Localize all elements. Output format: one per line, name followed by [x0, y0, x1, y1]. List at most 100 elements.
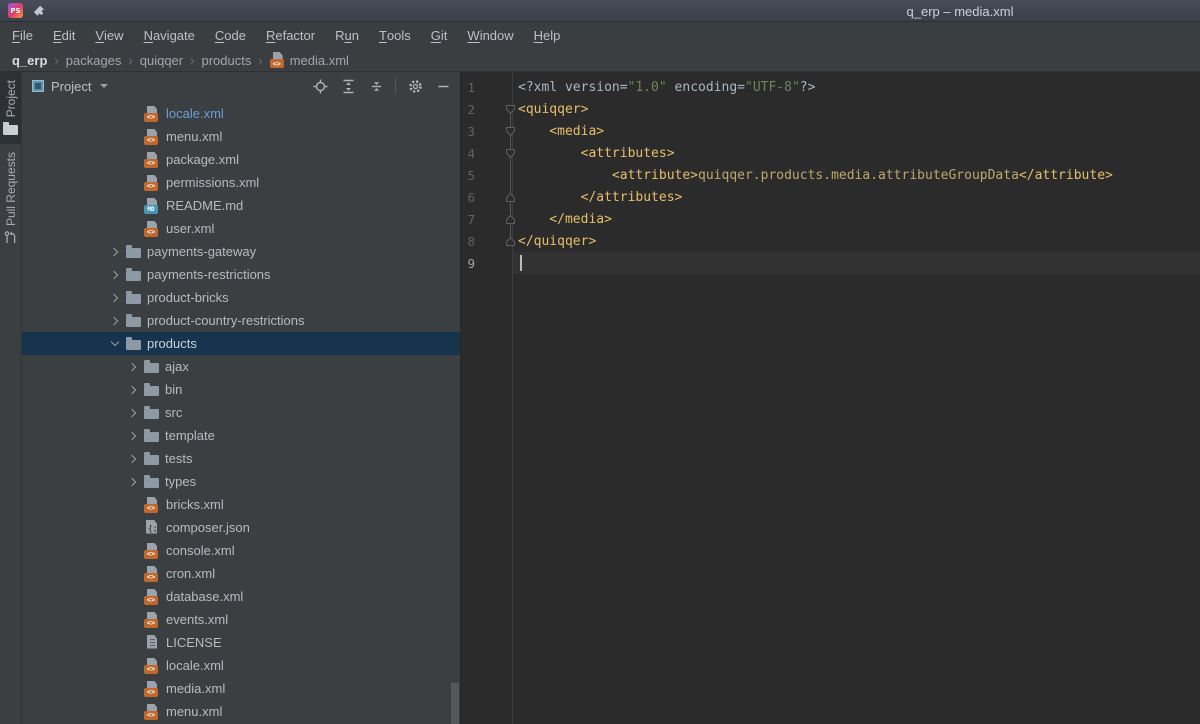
xml-file-icon: <>: [144, 612, 160, 628]
collapse-all-icon[interactable]: [365, 75, 387, 97]
tree-item-label: composer.json: [166, 520, 250, 535]
menu-code[interactable]: Code: [205, 22, 256, 49]
settings-icon[interactable]: [404, 75, 426, 97]
tree-item-tests[interactable]: tests: [22, 447, 460, 470]
xml-file-icon: <>: [144, 152, 160, 168]
tree-item-media.xml[interactable]: <>media.xml: [22, 677, 460, 700]
tree-item-label: user.xml: [166, 221, 214, 236]
breadcrumb-products[interactable]: products: [199, 53, 253, 68]
fold-marker-icon[interactable]: [504, 126, 516, 137]
menu-edit[interactable]: Edit: [43, 22, 85, 49]
tree-item-user.xml[interactable]: <>user.xml: [22, 217, 460, 240]
folder-icon: [144, 432, 159, 442]
menu-run[interactable]: Run: [325, 22, 369, 49]
tree-chevron[interactable]: [104, 249, 126, 255]
tree-item-database.xml[interactable]: <>database.xml: [22, 585, 460, 608]
fold-marker-icon[interactable]: [504, 104, 516, 115]
fold-marker-icon[interactable]: [504, 214, 516, 225]
folder-icon: [144, 409, 159, 419]
code-line-6: 6 </attributes>: [461, 186, 1200, 208]
tree-item-cron.xml[interactable]: <>cron.xml: [22, 562, 460, 585]
tree-item-label: README.md: [166, 198, 243, 213]
xml-file-icon: <>: [144, 681, 160, 697]
tree-chevron[interactable]: [104, 342, 126, 345]
tree-item-permissions.xml[interactable]: <>permissions.xml: [22, 171, 460, 194]
tree-chevron[interactable]: [104, 318, 126, 324]
tree-item-package.xml[interactable]: <>package.xml: [22, 148, 460, 171]
folder-icon: [126, 340, 141, 350]
tree-item-license[interactable]: LICENSE: [22, 631, 460, 654]
tree-item-menu.xml[interactable]: <>menu.xml: [22, 125, 460, 148]
tree-item-template[interactable]: template: [22, 424, 460, 447]
fold-marker-icon[interactable]: [504, 192, 516, 203]
expand-all-icon[interactable]: [337, 75, 359, 97]
fold-marker-icon[interactable]: [504, 236, 516, 247]
code-line-7: 7 </media>: [461, 208, 1200, 230]
tree-chevron[interactable]: [104, 295, 126, 301]
breadcrumb-q-erp[interactable]: q_erp: [10, 53, 49, 68]
menu-help[interactable]: Help: [524, 22, 571, 49]
menu-view[interactable]: View: [85, 22, 133, 49]
tree-item-readme.md[interactable]: MDREADME.md: [22, 194, 460, 217]
line-number: 5: [461, 168, 475, 183]
tree-item-menu.xml[interactable]: <>menu.xml: [22, 700, 460, 723]
code-text: <media>: [518, 124, 604, 139]
hide-icon[interactable]: [432, 75, 454, 97]
phpstorm-logo-icon: PS: [8, 3, 23, 18]
titlebar[interactable]: PS q_erp – media.xml: [0, 0, 1200, 22]
tree-item-label: permissions.xml: [166, 175, 259, 190]
menu-tools[interactable]: Tools: [369, 22, 421, 49]
tree-item-product-country-restrictions[interactable]: product-country-restrictions: [22, 309, 460, 332]
chevron-down-icon[interactable]: [100, 84, 108, 88]
tree-item-ajax[interactable]: ajax: [22, 355, 460, 378]
tree-chevron[interactable]: [122, 479, 144, 485]
locate-icon[interactable]: [309, 75, 331, 97]
tree-chevron[interactable]: [122, 387, 144, 393]
tree-item-bin[interactable]: bin: [22, 378, 460, 401]
tree-item-types[interactable]: types: [22, 470, 460, 493]
window-title: q_erp – media.xml: [907, 0, 1014, 22]
tree-chevron[interactable]: [122, 433, 144, 439]
menu-navigate[interactable]: Navigate: [134, 22, 205, 49]
fold-marker-icon[interactable]: [504, 148, 516, 159]
tree-item-product-bricks[interactable]: product-bricks: [22, 286, 460, 309]
tree-item-locale.xml[interactable]: <>locale.xml: [22, 654, 460, 677]
tree-chevron[interactable]: [104, 272, 126, 278]
tree-chevron[interactable]: [122, 410, 144, 416]
tree-chevron[interactable]: [122, 364, 144, 370]
tree-item-payments-gateway[interactable]: payments-gateway: [22, 240, 460, 263]
tree-item-locale.xml[interactable]: <>locale.xml: [22, 102, 460, 125]
tree-chevron[interactable]: [122, 456, 144, 462]
project-panel: Project <>locale.xml<>menu.xml<>package.…: [22, 72, 461, 724]
tab-label: Project: [4, 80, 18, 117]
project-panel-title[interactable]: Project: [51, 79, 91, 94]
breadcrumb-separator: ›: [185, 53, 199, 68]
tree-item-products[interactable]: products: [22, 332, 460, 355]
tree-item-payments-restrictions[interactable]: payments-restrictions: [22, 263, 460, 286]
folder-icon: [126, 317, 141, 327]
tree-item-label: cron.xml: [166, 566, 215, 581]
tree-item-composer.json[interactable]: {;}composer.json: [22, 516, 460, 539]
xml-file-icon: <>: [144, 658, 160, 674]
breadcrumb-quiqqer[interactable]: quiqqer: [138, 53, 185, 68]
project-view-icon: [32, 80, 44, 92]
menu-git[interactable]: Git: [421, 22, 458, 49]
tree-item-src[interactable]: src: [22, 401, 460, 424]
breadcrumb-packages[interactable]: packages: [64, 53, 124, 68]
xml-file-icon: <>: [144, 543, 160, 559]
editor-code-area[interactable]: 1<?xml version="1.0" encoding="UTF-8"?>2…: [461, 72, 1200, 274]
menu-window[interactable]: Window: [457, 22, 523, 49]
tree-item-console.xml[interactable]: <>console.xml: [22, 539, 460, 562]
tool-window-tab-pull-requests[interactable]: Pull Requests: [0, 144, 21, 258]
tree-scrollbar-thumb[interactable]: [451, 683, 459, 724]
line-number: 1: [461, 80, 475, 95]
line-number: 6: [461, 190, 475, 205]
tree-item-label: bin: [165, 382, 182, 397]
breadcrumb-media.xml[interactable]: <>media.xml: [268, 52, 351, 68]
project-tree: <>locale.xml<>menu.xml<>package.xml<>per…: [22, 100, 460, 724]
tree-item-events.xml[interactable]: <>events.xml: [22, 608, 460, 631]
menu-refactor[interactable]: Refactor: [256, 22, 325, 49]
menu-file[interactable]: File: [2, 22, 43, 49]
tree-item-bricks.xml[interactable]: <>bricks.xml: [22, 493, 460, 516]
tool-window-tab-project[interactable]: Project: [0, 72, 21, 144]
